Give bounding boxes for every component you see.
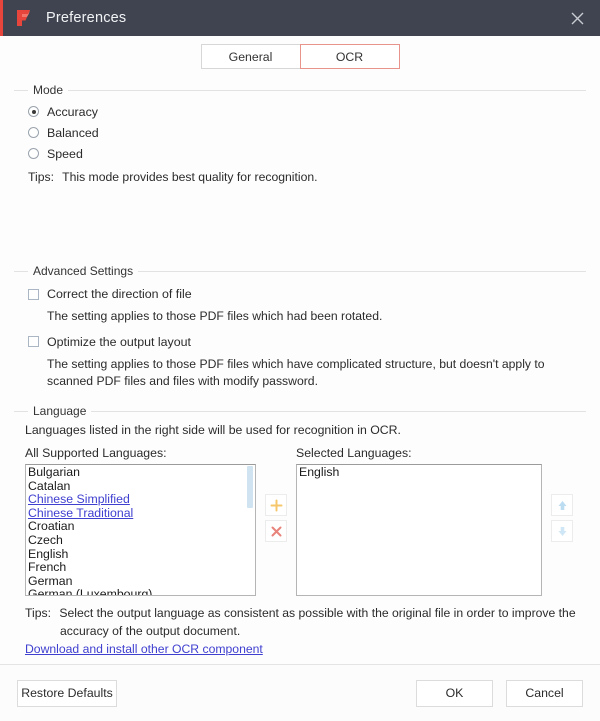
remove-language-button[interactable] bbox=[265, 520, 287, 543]
checkbox-correct-direction-box[interactable] bbox=[28, 288, 39, 300]
list-item[interactable]: English bbox=[299, 465, 541, 480]
mode-tips-label: Tips: bbox=[28, 170, 54, 184]
language-selection-area: All Supported Languages: Bulgarian Catal… bbox=[25, 446, 586, 597]
foxit-f-logo-icon bbox=[13, 7, 35, 29]
language-tips-line1: Select the output language as consistent… bbox=[59, 606, 576, 621]
selected-languages-column: Selected Languages: English bbox=[296, 446, 542, 597]
dialog-footer: Restore Defaults OK Cancel bbox=[0, 664, 600, 721]
close-button[interactable] bbox=[554, 0, 600, 36]
content-area: Mode Accuracy Balanced Speed Tips: This … bbox=[0, 72, 600, 664]
checkbox-optimize-layout-label: Optimize the output layout bbox=[47, 334, 191, 349]
radio-accuracy-indicator[interactable] bbox=[28, 106, 39, 117]
list-item[interactable]: English bbox=[28, 547, 255, 562]
list-item[interactable]: Catalan bbox=[28, 479, 255, 494]
radio-balanced-indicator[interactable] bbox=[28, 127, 39, 138]
mode-tips: Tips: This mode provides best quality fo… bbox=[28, 170, 586, 184]
selected-languages-listbox[interactable]: English bbox=[296, 464, 542, 597]
window-title: Preferences bbox=[46, 10, 127, 26]
all-languages-scrollbar[interactable] bbox=[246, 466, 254, 596]
mode-group-legend: Mode bbox=[28, 83, 69, 97]
list-item[interactable]: Czech bbox=[28, 533, 255, 548]
download-ocr-component-link[interactable]: Download and install other OCR component bbox=[25, 642, 263, 656]
cancel-button[interactable]: Cancel bbox=[506, 679, 583, 707]
radio-speed-label: Speed bbox=[47, 146, 83, 161]
advanced-group-body: Correct the direction of file The settin… bbox=[14, 272, 586, 391]
checkbox-correct-direction-label: Correct the direction of file bbox=[47, 287, 192, 301]
language-tips: Tips: Select the output language as cons… bbox=[25, 605, 586, 640]
all-languages-caption: All Supported Languages: bbox=[25, 446, 167, 461]
list-item[interactable]: Chinese Simplified bbox=[28, 493, 255, 507]
tab-ocr[interactable]: OCR bbox=[299, 44, 400, 69]
tab-strip: General OCR bbox=[0, 36, 600, 72]
radio-option-speed[interactable]: Speed bbox=[28, 143, 586, 164]
all-languages-column: All Supported Languages: Bulgarian Catal… bbox=[25, 446, 256, 597]
title-bar: Preferences bbox=[0, 0, 600, 36]
titlebar-accent-stripe bbox=[0, 0, 3, 36]
list-item[interactable]: Bulgarian bbox=[28, 465, 255, 480]
language-group-legend: Language bbox=[28, 404, 92, 419]
restore-defaults-button[interactable]: Restore Defaults bbox=[17, 679, 117, 707]
mode-group-body: Accuracy Balanced Speed Tips: This mode … bbox=[14, 91, 586, 184]
ok-button[interactable]: OK bbox=[416, 679, 493, 707]
checkbox-optimize-layout[interactable]: Optimize the output layout bbox=[28, 332, 586, 352]
all-languages-items: Bulgarian Catalan Chinese Simplified Chi… bbox=[26, 465, 255, 595]
radio-option-balanced[interactable]: Balanced bbox=[28, 122, 586, 143]
preferences-dialog: Preferences General OCR Mode Accuracy Ba… bbox=[0, 0, 600, 721]
language-group-body: Languages listed in the right side will … bbox=[14, 412, 586, 658]
advanced-settings-group: Advanced Settings Correct the direction … bbox=[14, 264, 586, 391]
tab-general[interactable]: General bbox=[200, 44, 301, 69]
correct-direction-description: The setting applies to those PDF files w… bbox=[47, 309, 383, 323]
checkbox-optimize-layout-box[interactable] bbox=[28, 336, 39, 348]
add-language-button[interactable] bbox=[265, 494, 287, 517]
radio-speed-indicator[interactable] bbox=[28, 148, 39, 159]
language-tips-label: Tips: bbox=[25, 606, 51, 621]
list-item[interactable]: French bbox=[28, 561, 255, 575]
transfer-buttons bbox=[265, 446, 287, 543]
language-group: Language Languages listed in the right s… bbox=[14, 404, 586, 658]
list-item[interactable]: Croatian bbox=[28, 520, 255, 534]
selected-languages-items: English bbox=[297, 465, 541, 480]
selected-languages-caption: Selected Languages: bbox=[296, 446, 412, 461]
radio-option-accuracy[interactable]: Accuracy bbox=[28, 101, 586, 122]
mode-group: Mode Accuracy Balanced Speed Tips: This … bbox=[14, 83, 586, 184]
advanced-group-legend: Advanced Settings bbox=[28, 264, 139, 278]
move-up-button[interactable] bbox=[551, 494, 573, 517]
reorder-buttons bbox=[551, 446, 573, 543]
list-item[interactable]: German bbox=[28, 574, 255, 589]
optimize-layout-description: The setting applies to those PDF files w… bbox=[47, 356, 545, 389]
language-tips-line2: accuracy of the output document. bbox=[60, 623, 241, 638]
move-down-button[interactable] bbox=[551, 520, 573, 543]
radio-balanced-label: Balanced bbox=[47, 125, 99, 140]
all-languages-listbox[interactable]: Bulgarian Catalan Chinese Simplified Chi… bbox=[25, 464, 256, 597]
list-item[interactable]: Chinese Traditional bbox=[28, 506, 255, 521]
list-item[interactable]: German (Luxembourg) bbox=[28, 588, 255, 595]
checkbox-correct-direction[interactable]: Correct the direction of file bbox=[28, 284, 586, 304]
language-intro-text: Languages listed in the right side will … bbox=[25, 423, 401, 438]
mode-tips-text: This mode provides best quality for reco… bbox=[62, 170, 318, 184]
radio-accuracy-label: Accuracy bbox=[47, 104, 98, 119]
all-languages-scroll-thumb[interactable] bbox=[247, 466, 253, 509]
